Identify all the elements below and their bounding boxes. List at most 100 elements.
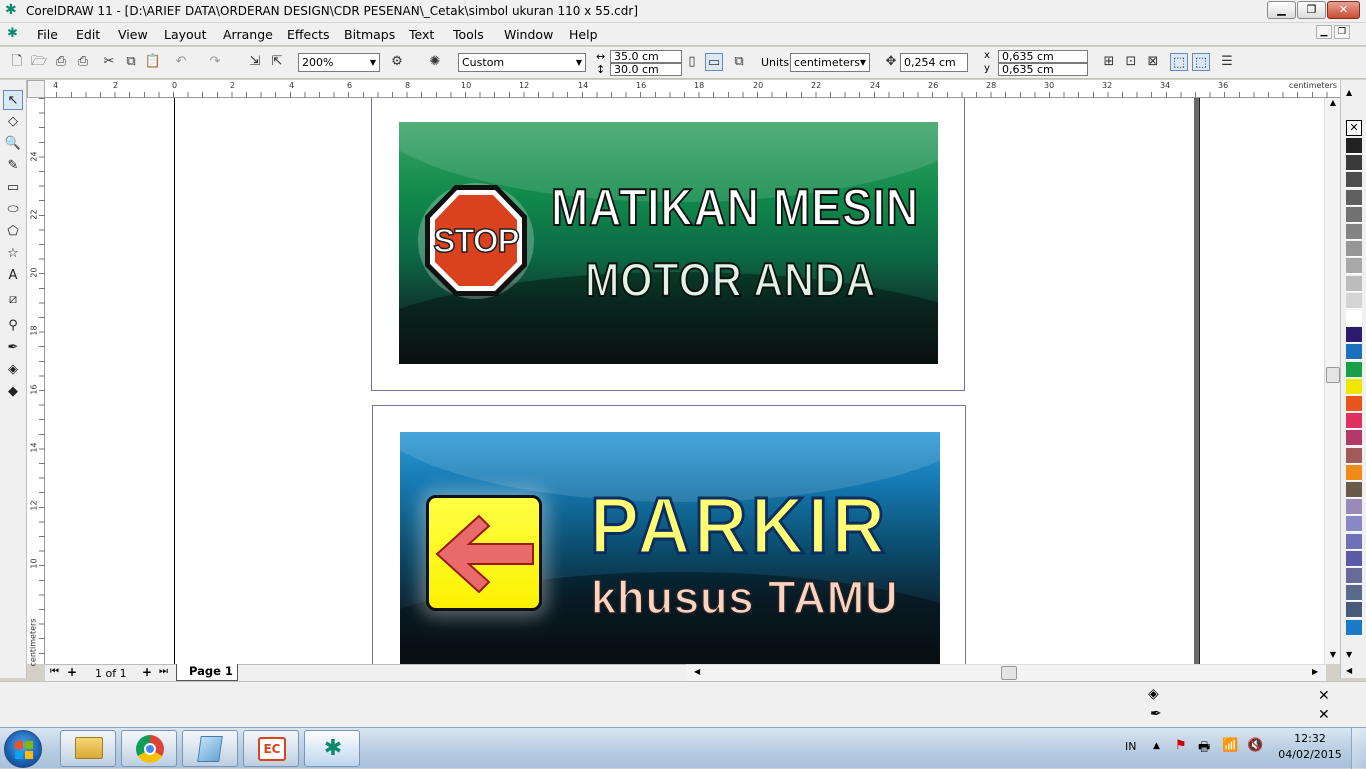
menu-edit[interactable]: Edit [76, 27, 100, 42]
menu-file[interactable]: File [37, 27, 58, 42]
first-page-icon[interactable]: ⏮ [50, 666, 59, 677]
color-swatch[interactable] [1346, 585, 1362, 602]
color-swatch[interactable] [1346, 378, 1362, 395]
color-swatch[interactable] [1346, 138, 1362, 154]
options-icon[interactable]: ☰ [1218, 53, 1236, 71]
new-icon[interactable]: 🗋 [8, 53, 26, 71]
show-desktop-button[interactable] [1351, 728, 1366, 769]
palette-expand-icon[interactable]: ◀ [1346, 666, 1352, 675]
color-swatch[interactable] [1346, 361, 1362, 378]
close-button[interactable]: ✕ [1327, 1, 1360, 19]
last-page-icon[interactable]: ⏭ [159, 666, 168, 677]
zoom-tool-icon[interactable]: 🔍 [3, 134, 23, 154]
interactive-fill-tool-icon[interactable]: ⧄ [3, 290, 23, 310]
units-dropdown[interactable]: centimeters ▼ [790, 53, 870, 72]
taskbar-notepad[interactable] [182, 730, 238, 767]
volume-muted-icon[interactable]: 🔇 [1247, 738, 1263, 753]
menu-help[interactable]: Help [569, 27, 598, 42]
ruler-origin[interactable] [27, 80, 45, 98]
vertical-ruler[interactable]: 24 22 20 18 16 14 12 10 centimeters [27, 98, 45, 666]
color-swatch[interactable] [1346, 430, 1362, 447]
color-swatch[interactable] [1346, 206, 1362, 223]
text-tool-icon[interactable]: A [3, 266, 23, 286]
scroll-right-icon[interactable]: ▶ [1312, 667, 1318, 676]
color-swatch[interactable] [1346, 396, 1362, 412]
color-swatch[interactable] [1346, 602, 1362, 619]
taskbar-coreldraw[interactable]: ✱ [304, 730, 360, 767]
snap-guidelines-icon[interactable]: ⊡ [1122, 53, 1140, 71]
add-page-after-icon[interactable]: + [142, 665, 152, 679]
treat-as-filled-icon[interactable]: ⬚ [1170, 53, 1188, 71]
star-tool-icon[interactable]: ☆ [3, 244, 23, 264]
export-icon[interactable]: ⇱ [268, 53, 286, 71]
sign-parkir-frame[interactable]: PARKIR khusus TAMU [372, 405, 966, 664]
clock[interactable]: 12:32 04/02/2015 [1278, 732, 1342, 761]
menu-effects[interactable]: Effects [287, 27, 330, 42]
tab-page-1[interactable]: Page 1 [176, 664, 238, 681]
restore-button[interactable]: ❐ [1297, 1, 1326, 19]
import-icon[interactable]: ⇲ [246, 53, 264, 71]
ellipse-tool-icon[interactable]: ⬭ [3, 200, 23, 220]
minimize-button[interactable]: ▁ [1267, 1, 1296, 19]
sign-stop-frame[interactable]: STOP MATIKAN MESIN MOTOR ANDA [371, 98, 965, 391]
print-icon[interactable]: ⎙ [74, 53, 92, 71]
color-swatch[interactable] [1346, 550, 1362, 567]
color-swatch[interactable] [1346, 224, 1362, 240]
scroll-left-icon[interactable]: ◀ [694, 667, 700, 676]
color-swatch[interactable] [1346, 464, 1362, 481]
color-swatch[interactable] [1346, 499, 1362, 516]
color-swatch[interactable] [1346, 155, 1362, 172]
menu-layout[interactable]: Layout [164, 27, 207, 42]
taskbar-chrome[interactable] [121, 730, 177, 767]
all-pages-icon[interactable]: ⧉ [730, 53, 748, 71]
horizontal-scrollbar[interactable]: ◀ ▶ [686, 664, 1326, 681]
start-button[interactable] [4, 730, 42, 768]
page-height-field[interactable]: 30.0 cm [610, 63, 682, 76]
color-swatch[interactable] [1346, 447, 1362, 464]
snap-objects-icon[interactable]: ⊠ [1144, 53, 1162, 71]
color-swatch[interactable] [1346, 310, 1362, 326]
application-launcher-icon[interactable]: ⚙ [388, 53, 406, 71]
dup-y-field[interactable]: 0,635 cm [998, 63, 1088, 76]
dup-x-field[interactable]: 0,635 cm [998, 50, 1088, 63]
scroll-up-icon[interactable]: ▲ [1326, 98, 1340, 112]
show-hidden-icons-icon[interactable]: ▲ [1153, 741, 1160, 751]
corel-online-icon[interactable]: ✺ [426, 53, 444, 71]
color-swatch[interactable] [1346, 292, 1362, 309]
document-icon[interactable]: ✱ [7, 26, 18, 41]
page-width-field[interactable]: 35.0 cm [610, 50, 682, 63]
redo-icon[interactable]: ↷ [206, 53, 224, 71]
fill-indicator-icon[interactable]: ◈ [1148, 686, 1159, 702]
doc-minimize-button[interactable]: ▁ [1316, 25, 1332, 39]
taskbar-explorer[interactable] [60, 730, 116, 767]
interactive-fill-icon[interactable]: ◆ [3, 382, 23, 402]
color-swatch[interactable] [1346, 327, 1362, 344]
portrait-icon[interactable]: ▯ [683, 53, 701, 71]
menu-view[interactable]: View [118, 27, 148, 42]
color-swatch[interactable] [1346, 258, 1362, 275]
save-icon[interactable]: ⎙ [52, 53, 70, 71]
polygon-tool-icon[interactable]: ⬠ [3, 222, 23, 242]
color-swatch[interactable] [1346, 568, 1362, 584]
sign-parkir-artwork[interactable]: PARKIR khusus TAMU [400, 432, 940, 664]
outline-indicator-icon[interactable]: ✒ [1150, 706, 1162, 722]
open-icon[interactable]: 🗁 [30, 53, 48, 71]
rectangle-tool-icon[interactable]: ▭ [3, 178, 23, 198]
device-icon[interactable]: 🖶 [1198, 738, 1210, 760]
nudge-field[interactable]: 0,254 cm [900, 53, 968, 72]
menu-tools[interactable]: Tools [453, 27, 484, 42]
snap-grid-icon[interactable]: ⊞ [1100, 53, 1118, 71]
network-icon[interactable]: 📶 [1222, 738, 1238, 753]
cut-icon[interactable]: ✂ [100, 53, 118, 71]
color-swatch[interactable] [1346, 413, 1362, 430]
vertical-scrollbar[interactable]: ▲ ▼ [1324, 98, 1340, 664]
color-swatch[interactable] [1346, 516, 1362, 533]
landscape-icon[interactable]: ▭ [705, 53, 723, 71]
palette-scroll-up-icon[interactable]: ▲ [1346, 88, 1352, 97]
color-swatch[interactable] [1346, 619, 1362, 636]
eyedropper-tool-icon[interactable]: ⚲ [3, 316, 23, 336]
copy-icon[interactable]: ⧉ [122, 53, 140, 71]
action-center-icon[interactable]: ⚑ [1175, 738, 1187, 753]
menu-bitmaps[interactable]: Bitmaps [344, 27, 395, 42]
color-swatch[interactable] [1346, 172, 1362, 189]
